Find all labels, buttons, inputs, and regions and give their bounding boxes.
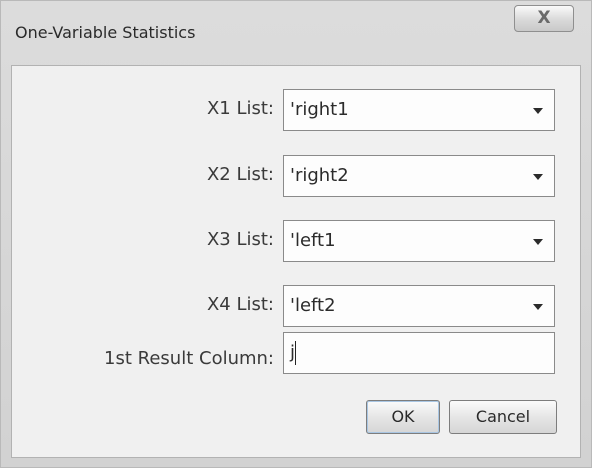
x4-list-label: X4 List: bbox=[206, 294, 274, 315]
x4-list-value: 'left2 bbox=[290, 295, 336, 316]
chevron-down-icon bbox=[533, 239, 543, 245]
x2-list-dropdown[interactable]: 'right2 bbox=[283, 155, 555, 197]
result-column-label: 1st Result Column: bbox=[104, 348, 274, 369]
x3-list-value: 'left1 bbox=[290, 230, 336, 251]
chevron-down-icon bbox=[533, 304, 543, 310]
x2-list-label: X2 List: bbox=[206, 164, 274, 185]
cancel-button[interactable]: Cancel bbox=[449, 400, 557, 434]
x1-list-dropdown[interactable]: 'right1 bbox=[283, 89, 555, 131]
x2-list-value: 'right2 bbox=[290, 165, 349, 186]
chevron-down-icon bbox=[533, 108, 543, 114]
close-icon: X bbox=[537, 8, 551, 28]
text-cursor bbox=[295, 341, 296, 365]
ok-button[interactable]: OK bbox=[366, 400, 440, 434]
chevron-down-icon bbox=[533, 174, 543, 180]
x1-list-value: 'right1 bbox=[290, 99, 349, 120]
dialog-body: X1 List: 'right1 X2 List: 'right2 X3 Lis… bbox=[11, 65, 581, 458]
dialog-title: One-Variable Statistics bbox=[15, 23, 196, 42]
result-column-input[interactable]: j bbox=[283, 332, 555, 374]
x1-list-label: X1 List: bbox=[206, 98, 274, 119]
x3-list-label: X3 List: bbox=[206, 229, 274, 250]
x4-list-dropdown[interactable]: 'left2 bbox=[283, 285, 555, 327]
title-bar[interactable]: One-Variable Statistics X bbox=[1, 1, 591, 61]
dialog-window: One-Variable Statistics X X1 List: 'righ… bbox=[0, 0, 592, 468]
close-button[interactable]: X bbox=[514, 5, 574, 32]
x3-list-dropdown[interactable]: 'left1 bbox=[283, 220, 555, 262]
